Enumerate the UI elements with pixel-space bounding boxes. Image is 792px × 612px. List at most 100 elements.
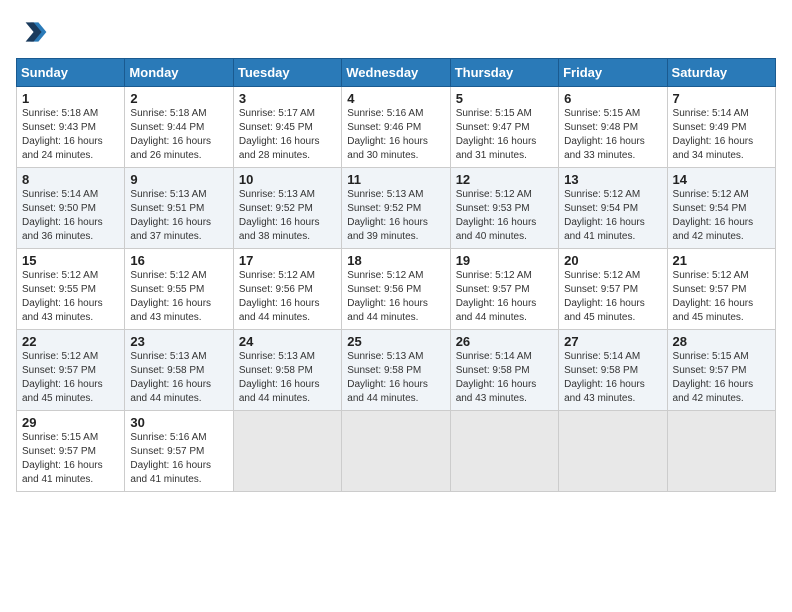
cell-content: Sunrise: 5:13 AMSunset: 9:58 PMDaylight:… (347, 350, 444, 406)
cell-content: Sunrise: 5:13 AMSunset: 9:58 PMDaylight:… (239, 350, 336, 406)
cell-content: Sunrise: 5:12 AMSunset: 9:57 PMDaylight:… (673, 269, 770, 325)
cell-content: Sunrise: 5:12 AMSunset: 9:56 PMDaylight:… (239, 269, 336, 325)
calendar-cell: 19Sunrise: 5:12 AMSunset: 9:57 PMDayligh… (450, 249, 558, 330)
cell-content: Sunrise: 5:18 AMSunset: 9:44 PMDaylight:… (130, 107, 227, 163)
cell-content: Sunrise: 5:15 AMSunset: 9:47 PMDaylight:… (456, 107, 553, 163)
day-number: 28 (673, 334, 770, 349)
week-row-4: 22Sunrise: 5:12 AMSunset: 9:57 PMDayligh… (17, 330, 776, 411)
day-number: 13 (564, 172, 661, 187)
calendar-cell: 7Sunrise: 5:14 AMSunset: 9:49 PMDaylight… (667, 87, 775, 168)
week-row-1: 1Sunrise: 5:18 AMSunset: 9:43 PMDaylight… (17, 87, 776, 168)
calendar-cell: 28Sunrise: 5:15 AMSunset: 9:57 PMDayligh… (667, 330, 775, 411)
header-row: SundayMondayTuesdayWednesdayThursdayFrid… (17, 59, 776, 87)
calendar-cell: 10Sunrise: 5:13 AMSunset: 9:52 PMDayligh… (233, 168, 341, 249)
day-number: 5 (456, 91, 553, 106)
day-number: 8 (22, 172, 119, 187)
calendar-cell: 20Sunrise: 5:12 AMSunset: 9:57 PMDayligh… (559, 249, 667, 330)
calendar-cell: 25Sunrise: 5:13 AMSunset: 9:58 PMDayligh… (342, 330, 450, 411)
calendar-cell: 22Sunrise: 5:12 AMSunset: 9:57 PMDayligh… (17, 330, 125, 411)
cell-content: Sunrise: 5:12 AMSunset: 9:54 PMDaylight:… (564, 188, 661, 244)
day-number: 19 (456, 253, 553, 268)
day-number: 26 (456, 334, 553, 349)
calendar-cell: 27Sunrise: 5:14 AMSunset: 9:58 PMDayligh… (559, 330, 667, 411)
day-number: 21 (673, 253, 770, 268)
calendar-cell: 3Sunrise: 5:17 AMSunset: 9:45 PMDaylight… (233, 87, 341, 168)
calendar-cell: 11Sunrise: 5:13 AMSunset: 9:52 PMDayligh… (342, 168, 450, 249)
column-header-saturday: Saturday (667, 59, 775, 87)
calendar-cell: 14Sunrise: 5:12 AMSunset: 9:54 PMDayligh… (667, 168, 775, 249)
calendar-cell: 30Sunrise: 5:16 AMSunset: 9:57 PMDayligh… (125, 411, 233, 492)
cell-content: Sunrise: 5:12 AMSunset: 9:55 PMDaylight:… (130, 269, 227, 325)
calendar-cell (667, 411, 775, 492)
day-number: 3 (239, 91, 336, 106)
calendar-cell: 5Sunrise: 5:15 AMSunset: 9:47 PMDaylight… (450, 87, 558, 168)
calendar-cell: 17Sunrise: 5:12 AMSunset: 9:56 PMDayligh… (233, 249, 341, 330)
calendar-cell: 8Sunrise: 5:14 AMSunset: 9:50 PMDaylight… (17, 168, 125, 249)
column-header-wednesday: Wednesday (342, 59, 450, 87)
cell-content: Sunrise: 5:12 AMSunset: 9:54 PMDaylight:… (673, 188, 770, 244)
calendar-cell: 26Sunrise: 5:14 AMSunset: 9:58 PMDayligh… (450, 330, 558, 411)
calendar-cell: 13Sunrise: 5:12 AMSunset: 9:54 PMDayligh… (559, 168, 667, 249)
cell-content: Sunrise: 5:12 AMSunset: 9:55 PMDaylight:… (22, 269, 119, 325)
calendar-cell: 12Sunrise: 5:12 AMSunset: 9:53 PMDayligh… (450, 168, 558, 249)
cell-content: Sunrise: 5:15 AMSunset: 9:57 PMDaylight:… (673, 350, 770, 406)
week-row-2: 8Sunrise: 5:14 AMSunset: 9:50 PMDaylight… (17, 168, 776, 249)
cell-content: Sunrise: 5:13 AMSunset: 9:52 PMDaylight:… (347, 188, 444, 244)
calendar-cell: 23Sunrise: 5:13 AMSunset: 9:58 PMDayligh… (125, 330, 233, 411)
day-number: 24 (239, 334, 336, 349)
day-number: 10 (239, 172, 336, 187)
header (16, 16, 776, 48)
calendar-cell (233, 411, 341, 492)
day-number: 17 (239, 253, 336, 268)
day-number: 30 (130, 415, 227, 430)
calendar-cell (450, 411, 558, 492)
calendar-cell: 1Sunrise: 5:18 AMSunset: 9:43 PMDaylight… (17, 87, 125, 168)
calendar-cell: 18Sunrise: 5:12 AMSunset: 9:56 PMDayligh… (342, 249, 450, 330)
day-number: 11 (347, 172, 444, 187)
calendar-cell: 29Sunrise: 5:15 AMSunset: 9:57 PMDayligh… (17, 411, 125, 492)
column-header-friday: Friday (559, 59, 667, 87)
cell-content: Sunrise: 5:17 AMSunset: 9:45 PMDaylight:… (239, 107, 336, 163)
day-number: 15 (22, 253, 119, 268)
cell-content: Sunrise: 5:14 AMSunset: 9:58 PMDaylight:… (456, 350, 553, 406)
cell-content: Sunrise: 5:16 AMSunset: 9:57 PMDaylight:… (130, 431, 227, 487)
day-number: 20 (564, 253, 661, 268)
calendar-cell: 6Sunrise: 5:15 AMSunset: 9:48 PMDaylight… (559, 87, 667, 168)
day-number: 2 (130, 91, 227, 106)
cell-content: Sunrise: 5:12 AMSunset: 9:57 PMDaylight:… (564, 269, 661, 325)
calendar-cell: 2Sunrise: 5:18 AMSunset: 9:44 PMDaylight… (125, 87, 233, 168)
day-number: 7 (673, 91, 770, 106)
day-number: 9 (130, 172, 227, 187)
cell-content: Sunrise: 5:14 AMSunset: 9:50 PMDaylight:… (22, 188, 119, 244)
column-header-sunday: Sunday (17, 59, 125, 87)
calendar-cell: 21Sunrise: 5:12 AMSunset: 9:57 PMDayligh… (667, 249, 775, 330)
day-number: 27 (564, 334, 661, 349)
day-number: 22 (22, 334, 119, 349)
cell-content: Sunrise: 5:18 AMSunset: 9:43 PMDaylight:… (22, 107, 119, 163)
calendar-cell: 16Sunrise: 5:12 AMSunset: 9:55 PMDayligh… (125, 249, 233, 330)
day-number: 29 (22, 415, 119, 430)
calendar-cell: 15Sunrise: 5:12 AMSunset: 9:55 PMDayligh… (17, 249, 125, 330)
day-number: 16 (130, 253, 227, 268)
column-header-tuesday: Tuesday (233, 59, 341, 87)
column-header-thursday: Thursday (450, 59, 558, 87)
calendar-cell: 9Sunrise: 5:13 AMSunset: 9:51 PMDaylight… (125, 168, 233, 249)
calendar-cell (342, 411, 450, 492)
day-number: 4 (347, 91, 444, 106)
day-number: 1 (22, 91, 119, 106)
cell-content: Sunrise: 5:13 AMSunset: 9:51 PMDaylight:… (130, 188, 227, 244)
day-number: 14 (673, 172, 770, 187)
cell-content: Sunrise: 5:12 AMSunset: 9:56 PMDaylight:… (347, 269, 444, 325)
cell-content: Sunrise: 5:15 AMSunset: 9:48 PMDaylight:… (564, 107, 661, 163)
logo-icon (16, 16, 48, 48)
day-number: 12 (456, 172, 553, 187)
calendar: SundayMondayTuesdayWednesdayThursdayFrid… (16, 58, 776, 492)
cell-content: Sunrise: 5:14 AMSunset: 9:58 PMDaylight:… (564, 350, 661, 406)
day-number: 23 (130, 334, 227, 349)
cell-content: Sunrise: 5:13 AMSunset: 9:58 PMDaylight:… (130, 350, 227, 406)
day-number: 6 (564, 91, 661, 106)
cell-content: Sunrise: 5:12 AMSunset: 9:57 PMDaylight:… (456, 269, 553, 325)
cell-content: Sunrise: 5:15 AMSunset: 9:57 PMDaylight:… (22, 431, 119, 487)
week-row-3: 15Sunrise: 5:12 AMSunset: 9:55 PMDayligh… (17, 249, 776, 330)
logo (16, 16, 52, 48)
